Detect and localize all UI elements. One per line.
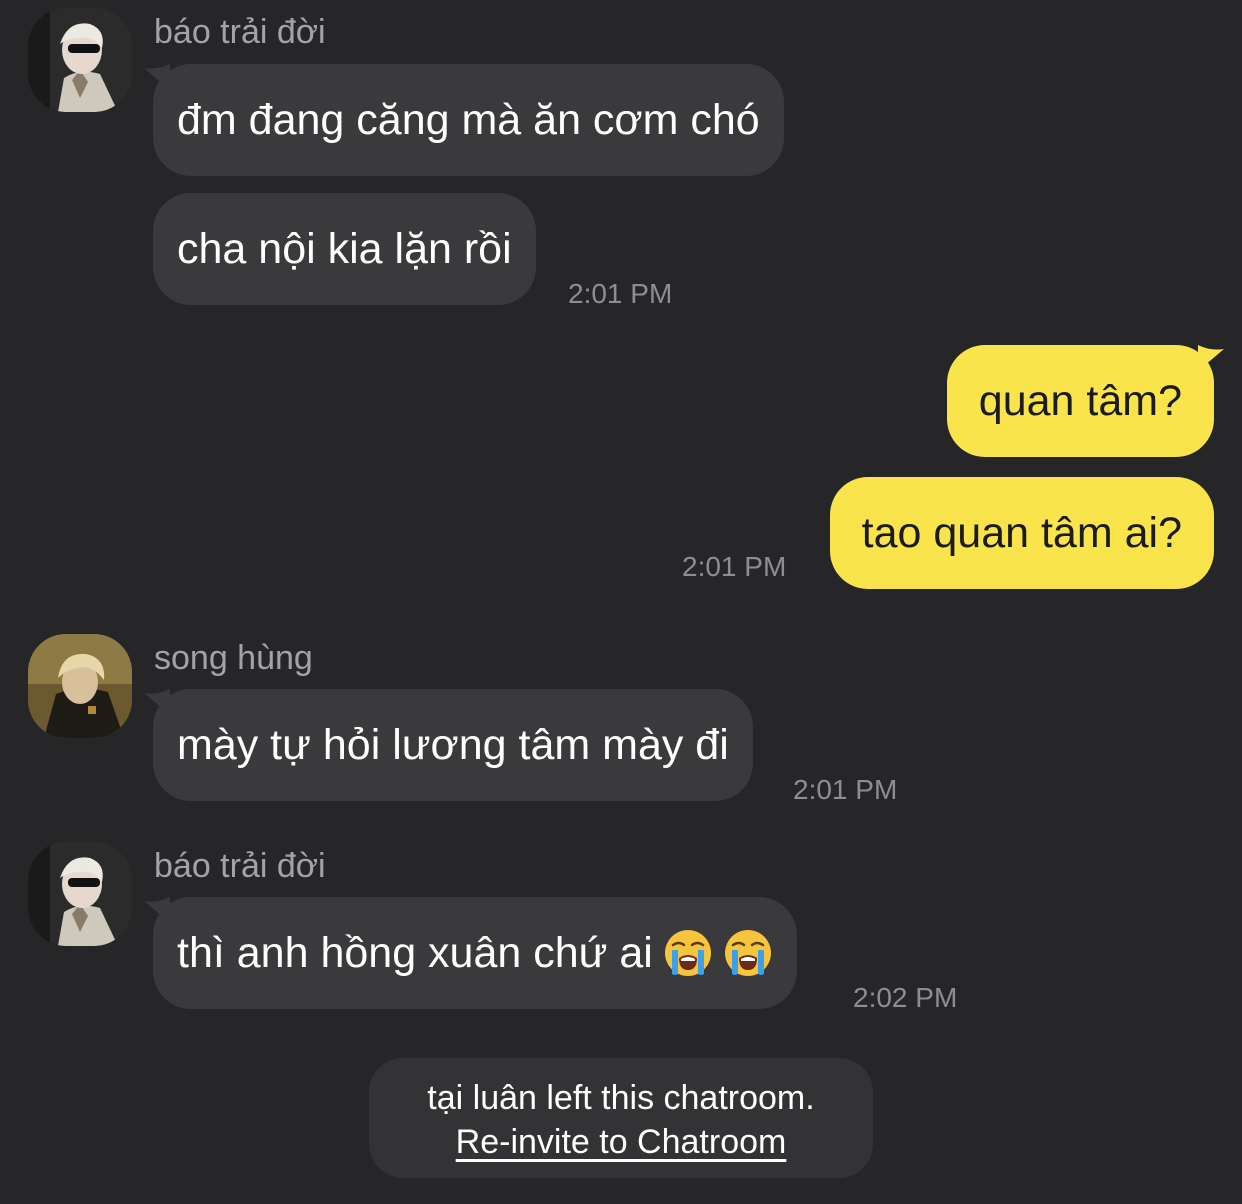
message-bubble[interactable]: quan tâm?: [946, 345, 1214, 457]
loudly-crying-face-emoji-icon: [724, 929, 771, 976]
message-time: 2:01 PM: [793, 774, 898, 805]
reinvite-link[interactable]: Re-invite to Chatroom: [369, 1120, 873, 1164]
message-text: thì anh hồng xuân chứ ai: [177, 929, 653, 977]
loudly-crying-face-emoji-icon: [664, 929, 711, 976]
message-bubble[interactable]: mày tự hỏi lương tâm mày đi: [153, 689, 753, 801]
avatar[interactable]: [28, 634, 132, 738]
message-time: 2:02 PM: [853, 982, 958, 1013]
message-bubble[interactable]: cha nội kia lặn rồi: [153, 193, 536, 305]
message-bubble[interactable]: tao quan tâm ai?: [829, 477, 1214, 589]
sender-name: song hùng: [154, 639, 313, 677]
message-bubble[interactable]: thì anh hồng xuân chứ ai: [153, 897, 797, 1009]
avatar[interactable]: [28, 8, 132, 112]
sender-name: báo trải đời: [154, 13, 326, 51]
message-time: 2:01 PM: [682, 551, 787, 582]
sender-name: báo trải đời: [154, 847, 326, 885]
avatar[interactable]: [28, 842, 132, 946]
notice-text: tại luân left this chatroom.: [427, 1079, 815, 1117]
chat-view: báo trải đời đm đang căng mà ăn cơm chó …: [0, 0, 1242, 1204]
message-time: 2:01 PM: [568, 278, 673, 309]
system-notice: tại luân left this chatroom. Re-invite t…: [369, 1058, 873, 1178]
message-bubble[interactable]: đm đang căng mà ăn cơm chó: [153, 64, 784, 176]
